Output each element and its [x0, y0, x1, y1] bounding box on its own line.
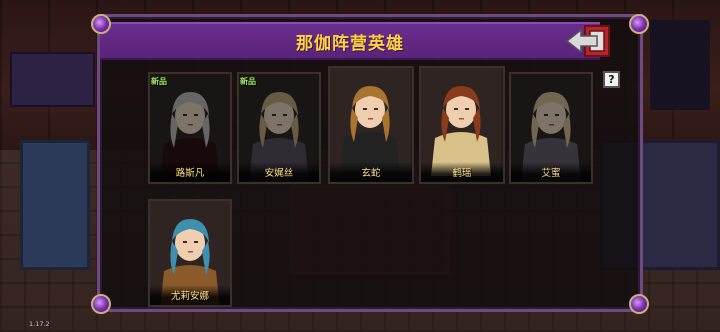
new-badge: 新品: [151, 77, 167, 86]
hero-card[interactable]: 鹤瑶: [419, 66, 505, 184]
corner-gem-icon: [623, 8, 655, 40]
hero-name: 鹤瑶: [452, 168, 472, 179]
corner-gem-icon: [85, 288, 117, 320]
hero-name: 路斯凡: [175, 168, 205, 179]
corner-gem-icon: [623, 288, 655, 320]
new-badge: 新品: [240, 77, 256, 86]
corner-gem-icon: [85, 8, 117, 40]
background-shelf: [10, 52, 95, 107]
back-arrow-icon: [565, 25, 610, 57]
panel-title: 那伽阵营英雄: [296, 33, 404, 54]
hero-card[interactable]: 新品安娓丝: [237, 72, 321, 184]
hero-card[interactable]: 新品路斯凡: [148, 72, 232, 184]
background-curtain: [650, 20, 710, 110]
hero-portrait: [330, 68, 410, 176]
hero-card[interactable]: 尤莉安娜: [148, 199, 232, 307]
help-icon[interactable]: ?: [603, 71, 620, 88]
background-table-left: [20, 140, 90, 270]
hero-card[interactable]: 艾蜜: [509, 72, 593, 184]
panel-title-bar: 那伽阵营英雄: [100, 22, 600, 60]
back-button[interactable]: [563, 22, 613, 60]
hero-name: 艾蜜: [541, 168, 561, 179]
hero-name: 尤莉安娜: [170, 291, 209, 302]
hero-name: 玄蛇: [361, 168, 381, 179]
hero-name: 安娓丝: [264, 168, 294, 179]
hero-card[interactable]: 玄蛇: [328, 66, 414, 184]
version-label: 1.17.2: [29, 320, 50, 328]
hero-portrait: [421, 68, 501, 176]
